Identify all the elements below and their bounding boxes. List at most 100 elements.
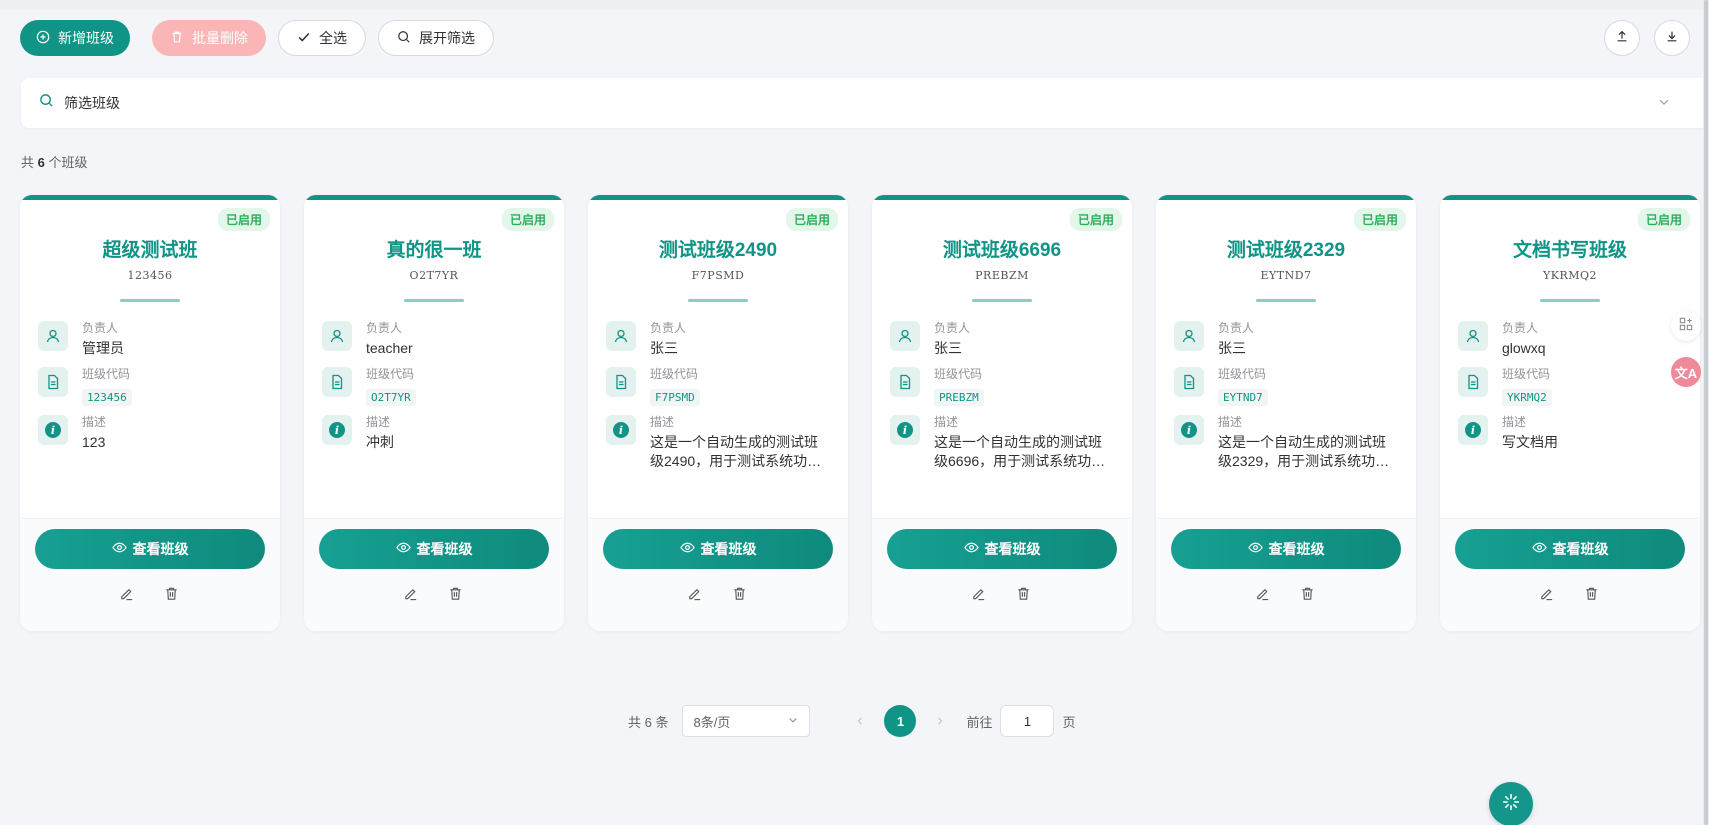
app-grid-button[interactable]	[1671, 311, 1701, 341]
view-class-button[interactable]: 查看班级	[887, 529, 1117, 569]
edit-button[interactable]	[683, 585, 705, 607]
upload-button[interactable]	[1604, 20, 1640, 56]
class-card: 已启用 测试班级2329 EYTND7 负责人 张三 班级代码 EYTND7 i…	[1156, 195, 1416, 631]
owner-label: 负责人	[1218, 321, 1255, 335]
select-all-button[interactable]: 全选	[278, 20, 366, 56]
expand-filter-button[interactable]: 展开筛选	[378, 20, 494, 56]
view-class-button[interactable]: 查看班级	[603, 529, 833, 569]
filter-label: 筛选班级	[64, 95, 120, 111]
status-badge: 已启用	[1637, 208, 1690, 231]
delete-button[interactable]	[1296, 585, 1318, 607]
class-filter-bar[interactable]: 筛选班级	[21, 78, 1709, 128]
view-class-label: 查看班级	[1552, 541, 1609, 557]
add-class-button[interactable]: 新增班级	[20, 20, 130, 56]
eye-icon	[1531, 540, 1547, 558]
owner-label: 负责人	[650, 321, 687, 335]
trash-icon	[1584, 586, 1599, 606]
trash-icon	[1016, 586, 1031, 606]
class-name: 超级测试班	[102, 240, 198, 261]
view-class-button[interactable]: 查看班级	[319, 529, 549, 569]
delete-button[interactable]	[1012, 585, 1034, 607]
info-icon: i	[1174, 415, 1204, 445]
code-label: 班级代码	[1218, 367, 1267, 381]
code-value: EYTND7	[1218, 389, 1268, 406]
delete-button[interactable]	[728, 585, 750, 607]
select-all-label: 全选	[319, 30, 347, 46]
view-class-button[interactable]: 查看班级	[1455, 529, 1685, 569]
desc-label: 描述	[366, 415, 391, 429]
floating-loader-button[interactable]	[1489, 782, 1533, 825]
edit-icon	[1255, 586, 1270, 606]
class-code-header: EYTND7	[1260, 269, 1312, 282]
owner-label: 负责人	[82, 321, 119, 335]
document-icon	[322, 367, 352, 397]
edit-icon	[403, 586, 418, 606]
edit-button[interactable]	[967, 585, 989, 607]
class-card: 已启用 测试班级6696 PREBZM 负责人 张三 班级代码 PREBZM i…	[872, 195, 1132, 631]
edit-button[interactable]	[1251, 585, 1273, 607]
eye-icon	[395, 540, 411, 558]
view-class-button[interactable]: 查看班级	[1171, 529, 1401, 569]
pagination-total: 共 6 条	[628, 714, 669, 730]
trash-icon	[448, 586, 463, 606]
delete-button[interactable]	[444, 585, 466, 607]
page-number-current[interactable]: 1	[884, 705, 917, 737]
goto-label: 前往	[966, 714, 993, 730]
code-value: 123456	[82, 389, 132, 406]
goto-page-input[interactable]: 1	[1000, 705, 1055, 737]
view-class-button[interactable]: 查看班级	[35, 529, 265, 569]
next-page-button[interactable]	[930, 714, 950, 729]
status-badge: 已启用	[217, 208, 270, 231]
class-name: 真的很一班	[386, 240, 482, 261]
card-divider	[20, 518, 280, 519]
user-icon	[38, 321, 68, 351]
view-class-label: 查看班级	[700, 541, 757, 557]
download-button[interactable]	[1654, 20, 1690, 56]
vertical-scrollbar[interactable]	[1703, 0, 1709, 825]
user-icon	[890, 321, 920, 351]
delete-button[interactable]	[160, 585, 182, 607]
delete-button[interactable]	[1580, 585, 1602, 607]
expand-filter-label: 展开筛选	[419, 30, 475, 46]
svg-text:i: i	[1187, 424, 1191, 437]
code-label: 班级代码	[82, 367, 131, 381]
page-size-select[interactable]: 8条/页	[682, 705, 811, 737]
info-icon: i	[606, 415, 636, 445]
trash-icon	[732, 586, 747, 606]
edit-button[interactable]	[1535, 585, 1557, 607]
trash-icon	[164, 586, 179, 606]
edit-icon	[971, 586, 986, 606]
info-icon: i	[890, 415, 920, 445]
class-name: 测试班级2329	[1226, 240, 1346, 261]
title-divider	[120, 299, 180, 302]
desc-value: 这是一个自动生成的测试班级2490，用于测试系统功…	[650, 434, 822, 469]
scrollbar-thumb[interactable]	[1704, 0, 1708, 825]
edit-button[interactable]	[115, 585, 137, 607]
class-code-header: O2T7YR	[409, 269, 459, 282]
owner-label: 负责人	[366, 321, 403, 335]
page-unit: 页	[1062, 714, 1076, 730]
info-icon: i	[322, 415, 352, 445]
class-name: 测试班级2490	[658, 240, 778, 261]
search-icon	[397, 30, 411, 47]
desc-value: 123	[82, 434, 106, 450]
page-size-value: 8条/页	[693, 714, 731, 730]
card-divider	[304, 518, 564, 519]
batch-delete-button[interactable]: 批量删除	[152, 20, 266, 56]
code-value: F7PSMD	[650, 389, 700, 406]
view-class-label: 查看班级	[416, 541, 473, 557]
view-class-label: 查看班级	[984, 541, 1041, 557]
title-divider	[688, 299, 748, 302]
translate-button[interactable]: 文A	[1671, 357, 1701, 387]
edit-button[interactable]	[399, 585, 421, 607]
desc-value: 写文档用	[1502, 434, 1558, 450]
chevron-down-icon[interactable]	[1657, 95, 1671, 114]
class-card: 已启用 文档书写班级 YKRMQ2 负责人 glowxq 班级代码 YKRMQ2…	[1440, 195, 1700, 631]
user-icon	[1458, 321, 1488, 351]
view-class-label: 查看班级	[132, 541, 189, 557]
check-icon	[297, 30, 311, 47]
toolbar-right	[1604, 20, 1690, 56]
prev-page-button[interactable]	[850, 714, 870, 729]
class-code-header: PREBZM	[975, 269, 1029, 282]
grid-add-icon	[1679, 317, 1693, 336]
